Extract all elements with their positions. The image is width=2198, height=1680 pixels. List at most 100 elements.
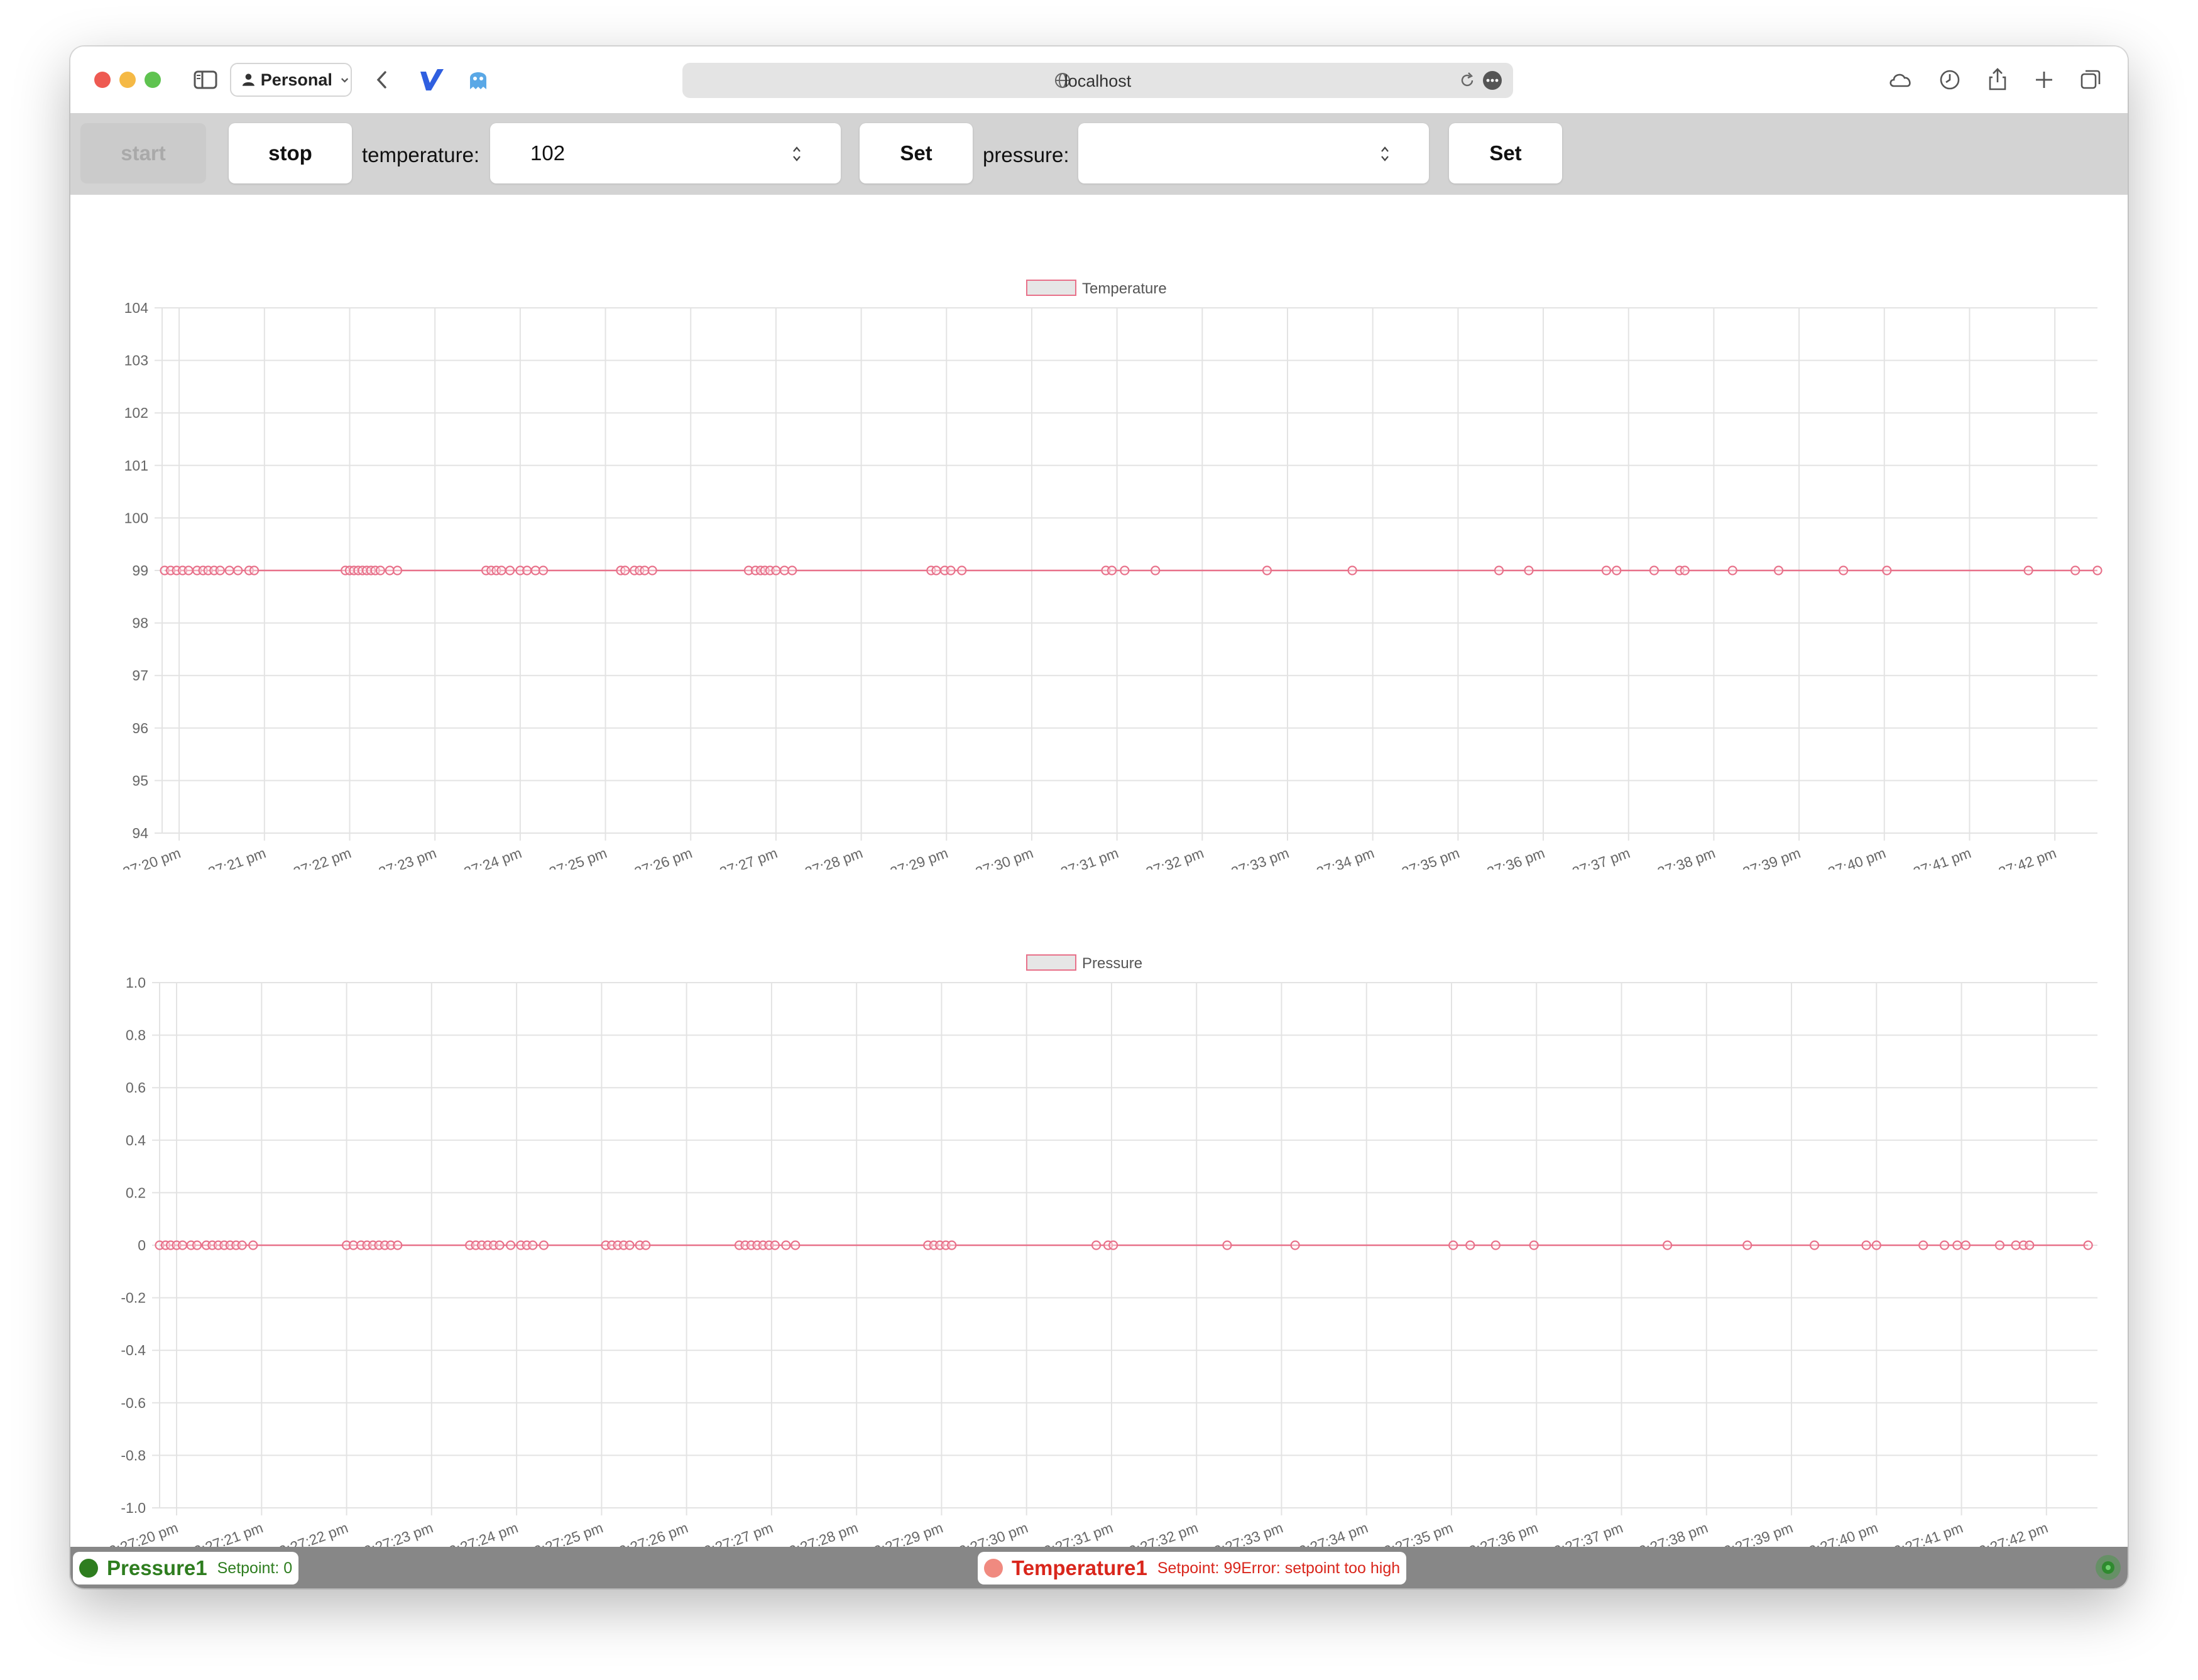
data-point: [946, 565, 956, 575]
x-tick-label: 12:27:32 pm: [1125, 844, 1206, 870]
share-icon[interactable]: [1983, 65, 2012, 94]
data-point: [1494, 565, 1504, 575]
set-temperature-button[interactable]: Set: [860, 123, 973, 183]
device-status-bar: Pressure1 Setpoint: 0 Temperature1 Setpo…: [70, 1547, 2128, 1588]
data-point: [947, 1240, 957, 1250]
x-tick-label: 12:27:21 pm: [184, 1519, 265, 1547]
stop-button[interactable]: stop: [229, 123, 352, 183]
data-point: [625, 1240, 635, 1250]
data-point: [641, 1240, 651, 1250]
data-point: [2023, 565, 2033, 575]
temperature-input[interactable]: 102: [490, 123, 841, 183]
x-tick-label: 12:27:32 pm: [1119, 1519, 1200, 1547]
data-point: [1727, 565, 1737, 575]
sidebar-toggle-icon[interactable]: [191, 65, 220, 94]
data-point: [620, 565, 630, 575]
legend-label: Temperature: [1082, 280, 1167, 297]
data-point: [495, 1240, 505, 1250]
x-tick-label: 12:27:42 pm: [1969, 1519, 2050, 1547]
x-tick-label: 12:27:23 pm: [354, 1519, 435, 1547]
tab-overview-icon[interactable]: [2076, 65, 2105, 94]
x-tick-label: 12:27:37 pm: [1551, 844, 1632, 870]
data-point: [1939, 1240, 1950, 1250]
chevron-down-icon: [341, 78, 349, 83]
data-point: [1490, 1240, 1501, 1250]
x-tick-label: 12:27:33 pm: [1204, 1519, 1285, 1547]
control-toolbar: start stop temperature: 102 Set pressure…: [70, 113, 2128, 195]
data-point: [787, 565, 797, 575]
x-tick-label: 12:27:22 pm: [269, 1519, 350, 1547]
x-tick-label: 12:27:38 pm: [1636, 844, 1717, 870]
data-point: [496, 565, 506, 575]
pressure-stepper-icon[interactable]: [1379, 143, 1391, 165]
y-tick-label: 99: [132, 562, 148, 579]
history-icon[interactable]: [1935, 65, 1964, 94]
legend-label: Pressure: [1082, 955, 1142, 972]
minimize-window-button[interactable]: [119, 72, 136, 88]
data-point: [640, 565, 650, 575]
y-tick-label: 103: [124, 352, 148, 369]
reload-icon[interactable]: [1458, 71, 1477, 90]
close-window-button[interactable]: [94, 72, 111, 88]
x-tick-label: 12:27:36 pm: [1466, 844, 1547, 870]
profile-button[interactable]: Personal: [230, 63, 352, 97]
pressure-input[interactable]: [1078, 123, 1429, 183]
data-point: [528, 1240, 538, 1250]
x-tick-label: 12:27:34 pm: [1295, 844, 1376, 870]
x-tick-label: 12:27:26 pm: [609, 1519, 690, 1547]
y-tick-label: 100: [124, 510, 148, 526]
data-point: [1680, 565, 1690, 575]
back-icon[interactable]: [368, 65, 397, 94]
data-point: [237, 1240, 247, 1250]
data-point: [2025, 1240, 2035, 1250]
x-tick-label: 12:27:37 pm: [1544, 1519, 1625, 1547]
url-text: localhost: [1064, 72, 1132, 90]
x-tick-label: 12:27:41 pm: [1892, 844, 1973, 870]
data-point: [1960, 1240, 1971, 1250]
data-point: [233, 565, 243, 575]
data-point: [1809, 1240, 1820, 1250]
data-point: [177, 1240, 188, 1250]
data-point: [781, 1240, 791, 1250]
address-bar[interactable]: localhost: [682, 63, 1513, 98]
data-point: [2070, 565, 2080, 575]
y-tick-label: 97: [132, 667, 148, 684]
data-point: [1952, 1240, 1962, 1250]
x-tick-label: 12:27:24 pm: [439, 1519, 520, 1547]
data-point: [1612, 565, 1622, 575]
extension-v-icon[interactable]: [417, 65, 446, 94]
legend-swatch: [1026, 954, 1076, 971]
data-point: [505, 565, 515, 575]
temperature-chart: Temperature 104 103 102 101 100 99 98 97 96 95 94 12…: [102, 280, 2102, 870]
data-point: [1871, 1240, 1881, 1250]
temperature-stepper-icon[interactable]: [790, 143, 803, 165]
x-tick-label: 12:27:29 pm: [864, 1519, 945, 1547]
x-tick-label: 12:27:40 pm: [1799, 1519, 1880, 1547]
start-button[interactable]: start: [80, 123, 206, 183]
data-point: [1347, 565, 1357, 575]
x-tick-label: 12:27:41 pm: [1884, 1519, 1965, 1547]
temperature-status-indicator: [984, 1559, 1003, 1578]
x-tick-label: 12:27:34 pm: [1289, 1519, 1370, 1547]
y-tick-label: 96: [132, 720, 148, 736]
data-point: [1262, 565, 1272, 575]
x-tick-label: 12:27:35 pm: [1374, 1519, 1455, 1547]
x-tick-label: 12:27:30 pm: [954, 844, 1036, 870]
data-point: [393, 1240, 403, 1250]
new-tab-icon[interactable]: [2030, 65, 2059, 94]
set-pressure-button[interactable]: Set: [1449, 123, 1562, 183]
x-tick-label: 12:27:23 pm: [358, 844, 439, 870]
icloud-icon[interactable]: [1886, 65, 1915, 94]
data-point: [506, 1240, 516, 1250]
data-point: [1091, 1240, 1102, 1250]
x-tick-label: 12:27:24 pm: [443, 844, 524, 870]
y-tick-label: -0.4: [121, 1342, 146, 1358]
ghost-extension-icon[interactable]: [464, 65, 493, 94]
data-point: [1861, 1240, 1871, 1250]
data-point: [1918, 1240, 1928, 1250]
data-point: [192, 1240, 202, 1250]
zoom-window-button[interactable]: [145, 72, 161, 88]
x-tick-label: 12:27:27 pm: [694, 1519, 775, 1547]
more-options-icon[interactable]: [1482, 70, 1503, 91]
x-tick-label: 12:27:20 pm: [102, 844, 183, 870]
